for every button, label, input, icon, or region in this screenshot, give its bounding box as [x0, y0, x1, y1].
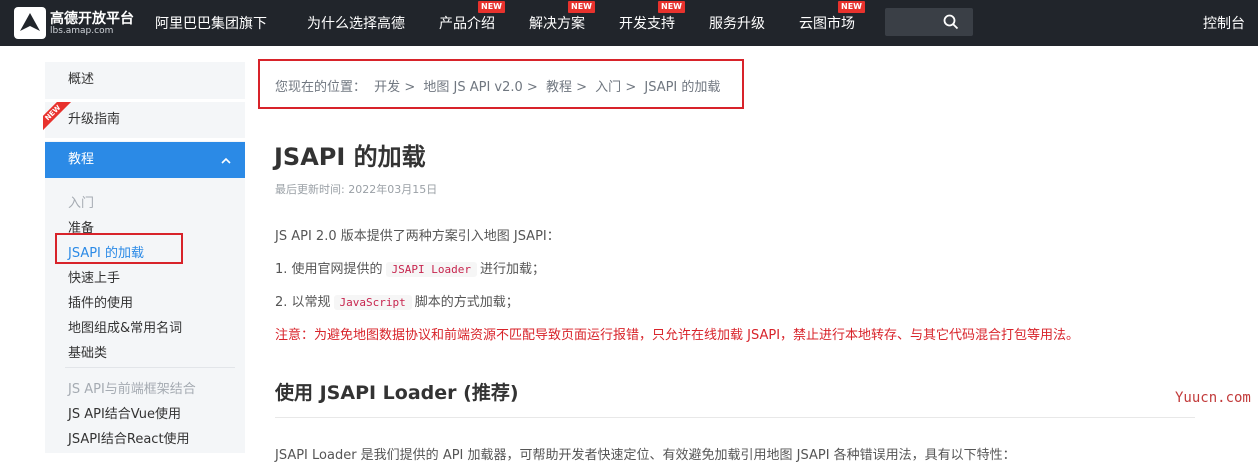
- logo-subtext: lbs.amap.com: [50, 26, 114, 36]
- breadcrumb: 您现在的位置： 开发 > 地图 JS API v2.0 > 教程 > 入门 > …: [275, 76, 724, 95]
- nav-solutions[interactable]: 解决方案 NEW: [529, 1, 595, 33]
- breadcrumb-separator: >: [576, 80, 588, 95]
- last-updated: 最后更新时间: 2022年03月15日: [275, 183, 438, 196]
- new-badge: NEW: [658, 1, 685, 13]
- breadcrumb-separator: >: [404, 80, 416, 95]
- breadcrumb-link[interactable]: 开发: [374, 80, 400, 95]
- nav-label: 云图市场: [799, 16, 855, 32]
- breadcrumb-prefix: 您现在的位置：: [275, 80, 367, 95]
- nav-label: 产品介绍: [439, 16, 495, 32]
- sidebar-item-overview[interactable]: 概述: [45, 62, 245, 98]
- search-icon[interactable]: [943, 14, 959, 30]
- new-ribbon: NEW: [43, 102, 73, 132]
- sidebar-item-label: 教程: [68, 152, 95, 167]
- sidebar-subitem-plugins[interactable]: 插件的使用: [68, 292, 133, 311]
- nav-cloud-market[interactable]: 云图市场 NEW: [799, 1, 865, 33]
- nav-products[interactable]: 产品介绍 NEW: [439, 1, 505, 33]
- org-label: 阿里巴巴集团旗下: [155, 16, 267, 32]
- list-item-text: 1. 使用官网提供的: [275, 262, 383, 277]
- search-input[interactable]: [885, 8, 973, 36]
- breadcrumb-separator: >: [625, 80, 637, 95]
- intro-paragraph: JS API 2.0 版本提供了两种方案引入地图 JSAPI：: [275, 229, 560, 244]
- list-item-text: 进行加载；: [480, 262, 546, 277]
- sidebar-subitem-react[interactable]: JSAPI结合React使用: [68, 428, 190, 447]
- breadcrumb-separator: >: [526, 80, 538, 95]
- sidebar-item-tutorial[interactable]: 教程: [45, 142, 245, 178]
- highlight-box: [55, 233, 183, 264]
- breadcrumb-link[interactable]: 地图 JS API v2.0: [423, 80, 522, 95]
- divider: [65, 367, 235, 368]
- divider: [275, 417, 1195, 418]
- breadcrumb-current: JSAPI 的加载: [644, 80, 721, 95]
- inline-code: JSAPI Loader: [385, 262, 478, 277]
- chevron-up-icon: [221, 157, 231, 164]
- nav-why-amap[interactable]: 为什么选择高德: [307, 13, 405, 33]
- breadcrumb-link[interactable]: 教程: [546, 80, 572, 95]
- new-ribbon-text: NEW: [43, 102, 73, 132]
- list-item-text: 2. 以常规: [275, 295, 331, 310]
- nav-label: 解决方案: [529, 16, 585, 32]
- divider: [45, 138, 245, 141]
- nav-label: 开发支持: [619, 16, 675, 32]
- sidebar-subitem-quick-start[interactable]: 快速上手: [68, 267, 120, 286]
- list-item: 1. 使用官网提供的 JSAPI Loader 进行加载；: [275, 258, 545, 277]
- sidebar-subitem-framework[interactable]: JS API与前端框架结合: [68, 378, 196, 397]
- section-heading: 使用 JSAPI Loader (推荐): [275, 382, 519, 404]
- new-badge: NEW: [838, 1, 865, 13]
- sidebar-item-label: 升级指南: [68, 112, 121, 127]
- warning-text: 注意：为避免地图数据协议和前端资源不匹配导致页面运行报错，只允许在线加载 JSA…: [275, 328, 1080, 343]
- watermark: Yuucn.com: [1175, 390, 1251, 406]
- truncated-paragraph: JSAPI Loader 是我们提供的 API 加载器，可帮助开发者快速定位、有…: [275, 448, 1016, 463]
- new-badge: NEW: [478, 1, 505, 13]
- sidebar-subitem-intro[interactable]: 入门: [68, 192, 94, 211]
- top-nav-bar: 高德开放平台 lbs.amap.com 阿里巴巴集团旗下 为什么选择高德 产品介…: [0, 0, 1258, 46]
- nav-label: 服务升级: [709, 16, 765, 32]
- sidebar-subitem-map-terms[interactable]: 地图组成&常用名词: [68, 317, 182, 336]
- list-item-text: 脚本的方式加载；: [414, 295, 519, 310]
- inline-code: JavaScript: [333, 295, 412, 310]
- sidebar-item-label: 概述: [68, 72, 95, 87]
- page-title: JSAPI 的加载: [274, 143, 426, 171]
- list-item: 2. 以常规 JavaScript 脚本的方式加载；: [275, 291, 519, 310]
- nav-label: 为什么选择高德: [307, 16, 405, 32]
- breadcrumb-link[interactable]: 入门: [595, 80, 621, 95]
- logo-text: 高德开放平台: [50, 11, 134, 27]
- logo-icon: [14, 7, 46, 39]
- sidebar-subitem-base-classes[interactable]: 基础类: [68, 342, 107, 361]
- amap-logo[interactable]: 高德开放平台 lbs.amap.com: [14, 6, 148, 40]
- sidebar-item-upgrade-guide[interactable]: NEW 升级指南: [43, 102, 245, 138]
- sidebar-subitem-vue[interactable]: JS API结合Vue使用: [68, 403, 181, 422]
- new-badge: NEW: [568, 1, 595, 13]
- console-link[interactable]: 控制台: [1203, 13, 1245, 33]
- nav-service-upgrade[interactable]: 服务升级: [709, 13, 765, 33]
- nav-dev-support[interactable]: 开发支持 NEW: [619, 1, 685, 33]
